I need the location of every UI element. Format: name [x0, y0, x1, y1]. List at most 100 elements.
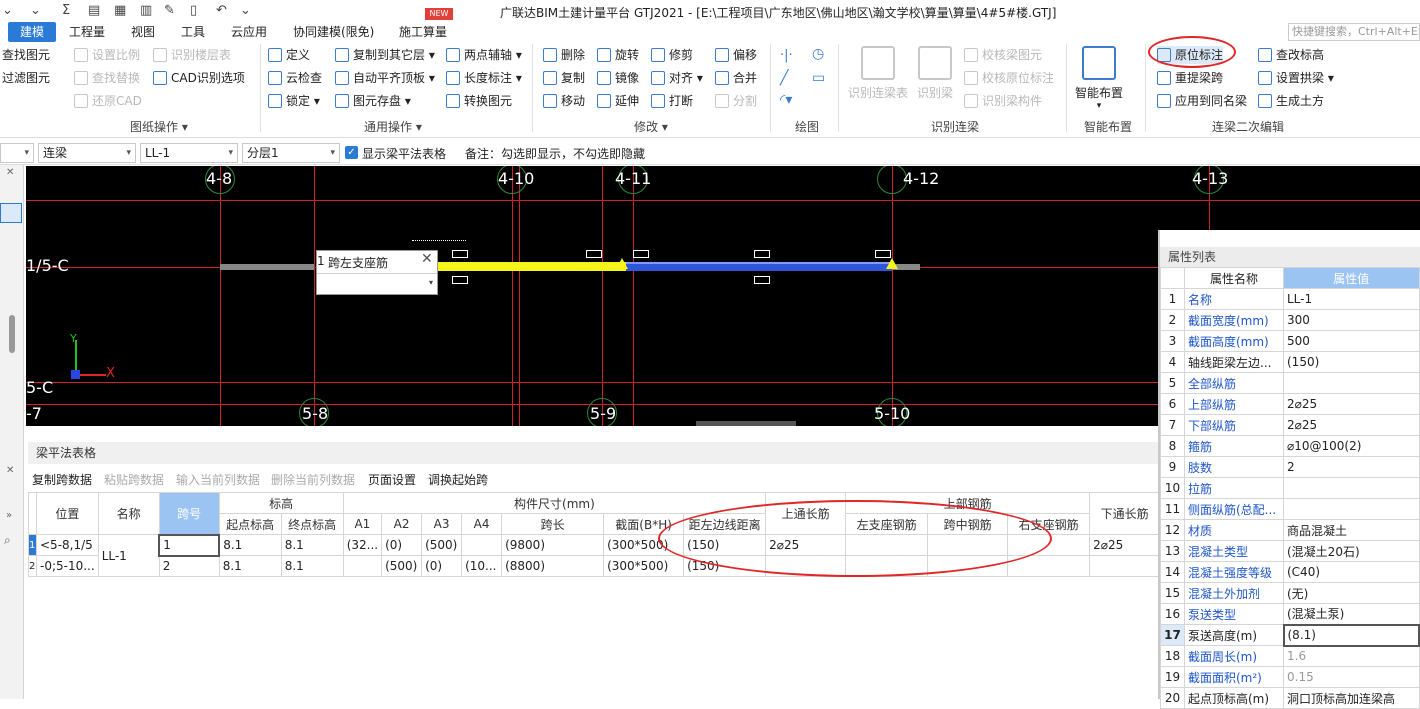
apply-same-name-button[interactable]: 应用到同名梁 — [1157, 92, 1247, 110]
pencil-icon[interactable]: ✎ — [164, 3, 175, 18]
cell-bottom-through[interactable]: 2⌀25 — [1089, 534, 1161, 556]
type-select[interactable]: 连梁 ▾ — [38, 143, 136, 163]
clock-icon[interactable]: ◷ — [812, 46, 824, 62]
col-a2[interactable]: A2 — [381, 513, 423, 535]
row-number[interactable]: 1 — [28, 534, 37, 556]
cell-a4[interactable]: (10... — [461, 555, 503, 577]
tab-quantity[interactable]: 工程量 — [69, 23, 105, 41]
cell-a2[interactable]: (0) — [381, 534, 423, 556]
col-name[interactable]: 名称 — [97, 492, 160, 535]
col-start-elev[interactable]: 起点标高 — [218, 513, 282, 535]
check-in-place-button[interactable]: 校核原位标注 — [964, 69, 1054, 87]
cell-name[interactable]: LL-1 — [97, 534, 160, 577]
copy-button[interactable]: 复制 — [543, 69, 585, 87]
length-dimension-button[interactable]: 长度标注 ▾ — [446, 69, 522, 87]
property-value[interactable]: 2⌀25 — [1283, 393, 1420, 415]
cad-options-button[interactable]: CAD识别选项 — [153, 69, 245, 87]
sum-icon[interactable]: Σ — [62, 3, 70, 18]
change-elevation-button[interactable]: 查改标高 — [1258, 46, 1324, 64]
col-bottom-through[interactable]: 下通长筋 — [1089, 492, 1161, 535]
delete-column-button[interactable]: 删除当前列数据 — [271, 471, 355, 488]
break-button[interactable]: 打断 — [651, 92, 693, 110]
property-row[interactable]: 6 上部纵筋 2⌀25 — [1160, 393, 1420, 415]
expand-icon[interactable]: » — [6, 510, 12, 521]
beam-span-2[interactable] — [626, 262, 892, 271]
property-value[interactable]: (C40) — [1283, 561, 1420, 583]
property-row[interactable]: 9 肢数 2 — [1160, 456, 1420, 478]
filter-element-button[interactable]: 过滤图元 — [0, 69, 50, 87]
search-icon[interactable]: ⌕ — [4, 533, 11, 548]
col-end-elev[interactable]: 终点标高 — [280, 513, 344, 535]
category-select[interactable]: ▾ — [0, 143, 34, 163]
move-button[interactable]: 移动 — [543, 92, 585, 110]
property-value[interactable]: 洞口顶标高加连梁高 — [1283, 687, 1420, 709]
input-column-button[interactable]: 输入当前列数据 — [176, 471, 260, 488]
restore-cad-button[interactable]: 还原CAD — [74, 92, 142, 110]
property-row[interactable]: 15 混凝土外加剂 (无) — [1160, 582, 1420, 604]
cell-length[interactable]: (9800) — [501, 534, 605, 556]
property-row[interactable]: 10 拉筋 — [1160, 477, 1420, 499]
cell-a1[interactable] — [342, 555, 383, 577]
cell-start[interactable]: 8.1 — [218, 534, 282, 556]
col-size[interactable]: 构件尺寸(mm) — [342, 492, 767, 514]
point-icon[interactable]: ·|· — [780, 48, 793, 63]
cell-end[interactable]: 8.1 — [280, 534, 344, 556]
re-extract-span-button[interactable]: 重提梁跨 — [1157, 69, 1223, 87]
save-icon[interactable]: ▤ — [88, 3, 100, 18]
smart-layout-button[interactable]: 智能布置 ▾ — [1075, 46, 1123, 111]
property-value[interactable]: (无) — [1283, 582, 1420, 604]
col-elevation[interactable]: 标高 — [218, 492, 344, 514]
property-row[interactable]: 1 名称 LL-1 — [1160, 288, 1420, 310]
property-value[interactable]: 1.6 — [1283, 645, 1420, 667]
property-row[interactable]: 12 材质 商品混凝土 — [1160, 519, 1420, 541]
annotation-box[interactable] — [875, 250, 891, 258]
line-icon[interactable]: ╱ — [780, 70, 788, 86]
property-value[interactable]: ⌀10@100(2) — [1283, 435, 1420, 457]
set-arch-beam-button[interactable]: 设置拱梁 ▾ — [1258, 69, 1334, 87]
cell-a2[interactable]: (500) — [381, 555, 423, 577]
cell-a1[interactable]: (32... — [342, 534, 383, 556]
cell-a3[interactable]: (500) — [421, 534, 463, 556]
cell-span[interactable]: 1 — [158, 533, 221, 557]
group-label-modify[interactable]: 修改 ▾ — [634, 118, 668, 135]
mirror-button[interactable]: 镜像 — [597, 69, 639, 87]
close-icon[interactable]: ✕ — [6, 465, 14, 476]
property-row[interactable]: 14 混凝土强度等级 (C40) — [1160, 561, 1420, 583]
find-element-button[interactable]: 查找图元 — [0, 46, 50, 64]
name-select[interactable]: LL-1 ▾ — [140, 143, 238, 163]
paste-span-data-button[interactable]: 粘贴跨数据 — [104, 471, 164, 488]
canvas-splitter[interactable] — [696, 421, 796, 426]
extend-button[interactable]: 延伸 — [597, 92, 639, 110]
col-a3[interactable]: A3 — [421, 513, 463, 535]
show-table-checkbox[interactable]: ✓ — [345, 146, 358, 159]
property-value[interactable]: LL-1 — [1283, 288, 1420, 310]
property-value[interactable]: 商品混凝土 — [1283, 519, 1420, 541]
cell-section[interactable]: (300*500) — [603, 555, 685, 577]
two-point-axis-button[interactable]: 两点辅轴 ▾ — [446, 46, 522, 64]
chevron-down-icon[interactable]: ⌄ — [240, 3, 251, 18]
annotation-box[interactable] — [452, 250, 468, 258]
identify-beam-component-button[interactable]: 识别梁构件 — [964, 92, 1042, 110]
convert-element-button[interactable]: 转换图元 — [446, 92, 512, 110]
check-beam-element-button[interactable]: 校核梁图元 — [964, 46, 1042, 64]
table-icon[interactable]: ▥ — [140, 3, 152, 18]
rotate-button[interactable]: 旋转 — [597, 46, 639, 64]
tab-modeling[interactable]: 建模 — [8, 22, 56, 42]
property-row[interactable]: 16 泵送类型 (混凝土泵) — [1160, 603, 1420, 625]
cell-a4[interactable] — [461, 534, 503, 556]
undo-icon[interactable]: ↶ — [216, 3, 227, 18]
property-value[interactable]: (混凝土20石) — [1283, 540, 1420, 562]
split-button[interactable]: 分割 — [715, 92, 757, 110]
property-row[interactable]: 7 下部纵筋 2⌀25 — [1160, 414, 1420, 436]
annotation-box[interactable] — [452, 276, 468, 284]
property-row[interactable]: 2 截面宽度(mm) 300 — [1160, 309, 1420, 331]
list-view-icon[interactable] — [0, 203, 22, 223]
property-value[interactable]: 300 — [1283, 309, 1420, 331]
save-element-button[interactable]: 图元存盘 ▾ — [335, 92, 411, 110]
group-label-common[interactable]: 通用操作 ▾ — [364, 118, 422, 135]
annotation-box[interactable] — [586, 250, 602, 258]
col-a4[interactable]: A4 — [461, 513, 503, 535]
row-number[interactable]: 2 — [28, 555, 37, 577]
tab-cloud[interactable]: 云应用 — [231, 23, 267, 41]
cell-a3[interactable]: (0) — [421, 555, 463, 577]
